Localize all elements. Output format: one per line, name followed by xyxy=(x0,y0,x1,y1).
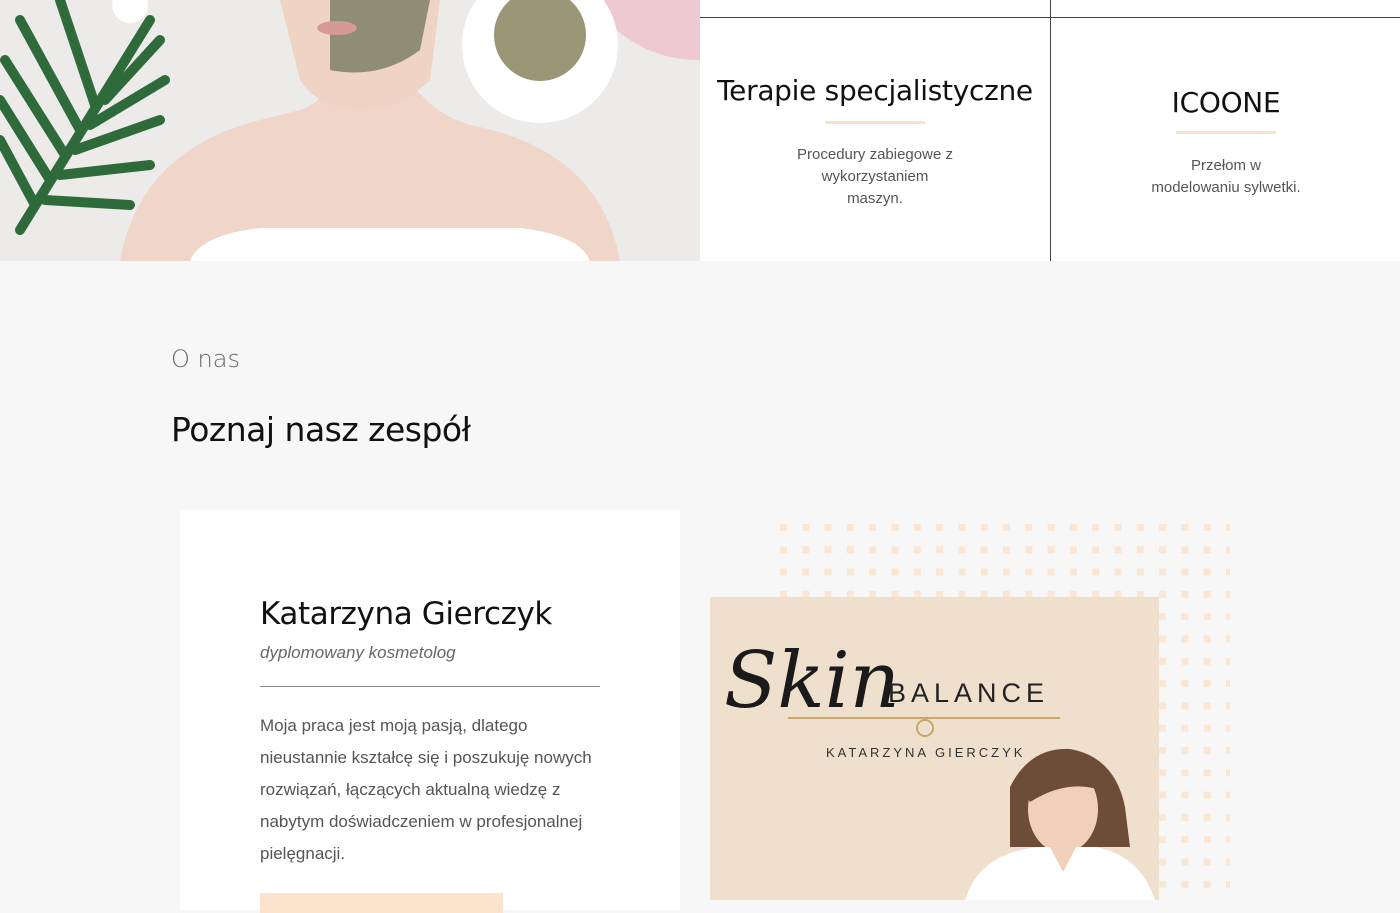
salon-sign-photo: Skin BALANCE KATARZYNA GIERCZYK xyxy=(710,597,1159,900)
accent-bar xyxy=(1176,131,1276,134)
sign-brand-text: BALANCE xyxy=(888,678,1049,708)
service-description: Procedury zabiegowe z wykorzystaniem mas… xyxy=(775,144,975,210)
read-more-button[interactable] xyxy=(260,893,503,913)
team-member-card: Katarzyna Gierczyk dyplomowany kosmetolo… xyxy=(180,510,680,913)
accent-bar xyxy=(825,121,925,124)
service-description: Przełom w modelowaniu sylwetki. xyxy=(1126,155,1326,199)
spa-hero-image xyxy=(0,0,700,261)
section-heading: Poznaj nasz zespół xyxy=(171,410,471,449)
spa-treatment-illustration xyxy=(0,0,700,261)
service-line: modelowaniu sylwetki. xyxy=(1151,179,1301,196)
service-card-terapie[interactable]: Terapie specjalistyczne Procedury zabieg… xyxy=(700,0,1050,261)
service-line: wykorzystaniem xyxy=(821,168,929,185)
divider xyxy=(260,686,600,687)
member-bio: Moja praca jest moją pasją, dlatego nieu… xyxy=(260,716,592,863)
sign-owner-text: KATARZYNA GIERCZYK xyxy=(826,745,1025,760)
sign-script-text: Skin xyxy=(724,636,900,726)
service-title: Terapie specjalistyczne xyxy=(717,74,1033,107)
team-member-photo: Skin BALANCE KATARZYNA GIERCZYK xyxy=(710,597,1159,900)
section-eyebrow: O nas xyxy=(171,345,240,373)
service-title: ICOONE xyxy=(1171,86,1281,119)
service-line: Procedury zabiegowe z xyxy=(797,146,953,163)
services-panel: Terapie specjalistyczne Procedury zabieg… xyxy=(700,0,1400,261)
service-line: Przełom w xyxy=(1190,157,1261,174)
service-line: maszyn. xyxy=(847,190,903,207)
services-band: Terapie specjalistyczne Procedury zabieg… xyxy=(0,0,1400,261)
member-role: dyplomowany kosmetolog xyxy=(260,643,456,662)
member-name: Katarzyna Gierczyk xyxy=(260,596,552,632)
service-card-icoone[interactable]: ICOONE Przełom w modelowaniu sylwetki. xyxy=(1051,0,1400,261)
